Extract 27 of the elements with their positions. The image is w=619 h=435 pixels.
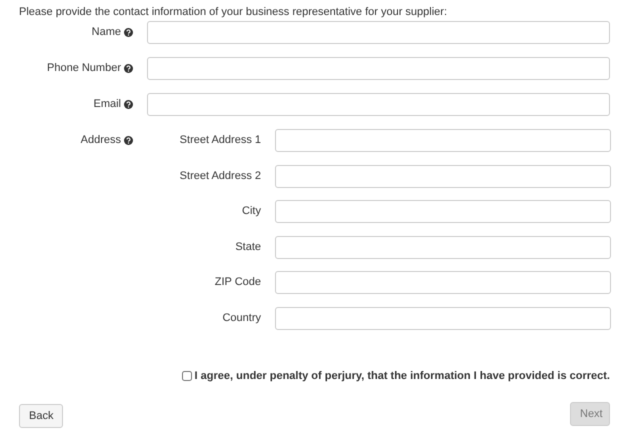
help-icon[interactable] — [124, 136, 133, 144]
input-field[interactable] — [275, 200, 611, 223]
checkbox[interactable] — [182, 370, 192, 380]
input-field[interactable] — [147, 93, 610, 116]
field-label: Street Address 2 — [178, 168, 261, 184]
field-label: City — [241, 204, 261, 219]
input-field[interactable] — [275, 164, 611, 188]
input-field[interactable] — [275, 271, 611, 294]
input-field[interactable] — [147, 57, 610, 80]
input-field[interactable] — [147, 21, 610, 44]
instruction-text: Please provide the contact information of your business representative for your supplier: — [19, 6, 448, 19]
field-label: Address — [80, 134, 121, 146]
field-label: Phone Number — [47, 62, 121, 74]
back-button[interactable]: Back — [19, 404, 64, 428]
field-label: Country — [221, 310, 261, 326]
field-label: Name — [92, 26, 121, 38]
help-icon[interactable] — [124, 64, 133, 72]
input-field[interactable] — [275, 306, 611, 330]
help-icon[interactable] — [124, 28, 133, 36]
field-label: State — [234, 240, 261, 254]
field-label: Street Address 1 — [178, 133, 261, 148]
agreement-label: I agree, under penalty of perjury, that the information I have provided is correct. — [194, 370, 610, 382]
input-field[interactable] — [275, 236, 611, 258]
help-icon[interactable] — [124, 100, 133, 108]
field-label: ZIP Code — [214, 275, 261, 290]
field-label: Email — [93, 98, 121, 110]
input-field[interactable] — [275, 129, 611, 152]
